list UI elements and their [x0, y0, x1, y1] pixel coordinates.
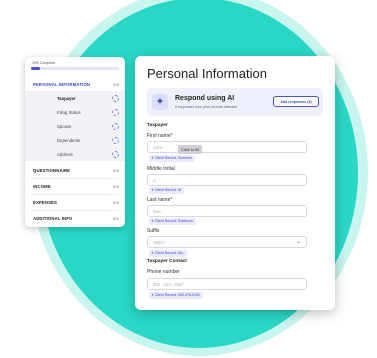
section-expenses[interactable]: EXPENSES 0/3: [25, 196, 125, 208]
subsection-label: Address: [57, 151, 73, 157]
ai-card-title: Respond using AI: [175, 95, 235, 102]
add-responses-button[interactable]: Add responses (8): [273, 96, 319, 107]
sparkle-icon: ✦: [151, 293, 154, 297]
click-to-fill-tooltip: Click to fill: [178, 145, 203, 154]
section-label: PERSONAL INFORMATION: [33, 81, 90, 87]
divider: [31, 210, 119, 211]
subsection-list: Taxpayer Filing Status Spouse Dependents…: [25, 91, 125, 161]
divider: [31, 194, 119, 195]
client-record-text: Client Record: M: [154, 188, 182, 192]
section-additional-info[interactable]: ADDITIONAL INFO 0/1: [25, 212, 125, 224]
form-panel: Personal Information ✦ Respond using AI …: [135, 56, 335, 310]
status-circle-icon: [112, 108, 119, 116]
client-record-chip[interactable]: ✦Client Record: Suzanne: [149, 155, 195, 162]
subsection-address[interactable]: Address: [57, 149, 119, 159]
status-circle-icon: [112, 122, 119, 130]
section-questionnaire[interactable]: QUESTIONNAIRE 0/3: [25, 164, 125, 176]
sparkle-icon: ✦: [151, 156, 154, 160]
subsection-taxpayer[interactable]: Taxpayer: [57, 93, 119, 103]
first-name-placeholder: John: [153, 145, 163, 150]
section-label: INCOME: [33, 183, 51, 189]
middle-initial-placeholder: A: [153, 178, 156, 183]
subsection-filing-status[interactable]: Filing Status: [57, 107, 119, 117]
chevron-down-icon: ⌄: [295, 239, 301, 245]
client-record-chip[interactable]: ✦Client Record: Robinson: [149, 218, 196, 225]
section-count: 0/3: [113, 167, 119, 173]
client-record-text: Client Record: Suzanne: [154, 156, 192, 160]
phone-number-placeholder: 000 - 123 - 4567: [153, 282, 184, 287]
status-circle-icon: [112, 94, 119, 102]
ai-response-card: ✦ Respond using AI 8 responses from prio…: [147, 88, 323, 116]
client-record-text: Client Record: Robinson: [154, 219, 193, 223]
section-income[interactable]: INCOME 0/3: [25, 180, 125, 192]
page-title: Personal Information: [147, 66, 267, 81]
status-circle-icon: [112, 136, 119, 144]
last-name-label: Last name*: [147, 197, 173, 203]
subsection-label: Spouse: [57, 123, 72, 129]
phone-number-field[interactable]: 000 - 123 - 4567: [147, 278, 307, 290]
section-label: QUESTIONNAIRE: [33, 167, 71, 173]
section-count: 0/1: [113, 215, 119, 221]
suffix-select[interactable]: Select ⌄: [147, 236, 307, 248]
status-circle-icon: [112, 150, 119, 158]
sparkle-icon: ✦: [151, 219, 154, 223]
phone-number-label: Phone number: [147, 269, 180, 275]
taxpayer-contact-heading: Taxpayer Contact: [147, 259, 187, 264]
client-record-text: Client Record: 530-476-5432: [154, 293, 200, 297]
sparkle-icon: ✦: [152, 94, 168, 110]
taxpayer-heading: Taxpayer: [147, 123, 168, 128]
progress-bar: [31, 67, 119, 70]
client-record-chip[interactable]: ✦Client Record: 530-476-5432: [149, 292, 203, 299]
subsection-label: Taxpayer: [57, 95, 76, 101]
section-label: ADDITIONAL INFO: [33, 215, 73, 221]
subsection-dependents[interactable]: Dependents: [57, 135, 119, 145]
subsection-label: Filing Status: [57, 109, 81, 115]
sparkle-icon: ✦: [151, 251, 154, 255]
progress-bar-fill: [31, 67, 40, 70]
ai-card-subtitle: 8 responses from prior records detected: [175, 105, 238, 109]
suffix-placeholder: Select: [153, 240, 165, 245]
subsection-spouse[interactable]: Spouse: [57, 121, 119, 131]
section-count: 0/3: [113, 199, 119, 205]
middle-initial-label: Middle Initial: [147, 166, 175, 172]
section-count: 0/3: [113, 183, 119, 189]
section-count: 2/5: [113, 81, 119, 87]
divider: [31, 178, 119, 179]
middle-initial-field[interactable]: A: [147, 174, 307, 186]
last-name-placeholder: Doe: [153, 209, 161, 214]
progress-sidebar: 20% Complete PERSONAL INFORMATION 2/5 Ta…: [25, 57, 125, 227]
suffix-label: Suffix: [147, 228, 160, 234]
last-name-field[interactable]: Doe: [147, 205, 307, 217]
section-personal-information[interactable]: PERSONAL INFORMATION 2/5: [25, 78, 125, 90]
section-label: EXPENSES: [33, 199, 57, 205]
subsection-label: Dependents: [57, 137, 81, 143]
client-record-chip[interactable]: ✦Client Record: Ms.: [149, 250, 187, 257]
first-name-field[interactable]: John: [147, 141, 307, 153]
client-record-chip[interactable]: ✦Client Record: M: [149, 187, 185, 194]
screenshot-stage: 20% Complete PERSONAL INFORMATION 2/5 Ta…: [0, 0, 377, 358]
sparkle-icon: ✦: [151, 188, 154, 192]
first-name-label: First name*: [147, 133, 173, 139]
progress-label: 20% Complete: [32, 61, 55, 65]
client-record-text: Client Record: Ms.: [154, 251, 184, 255]
